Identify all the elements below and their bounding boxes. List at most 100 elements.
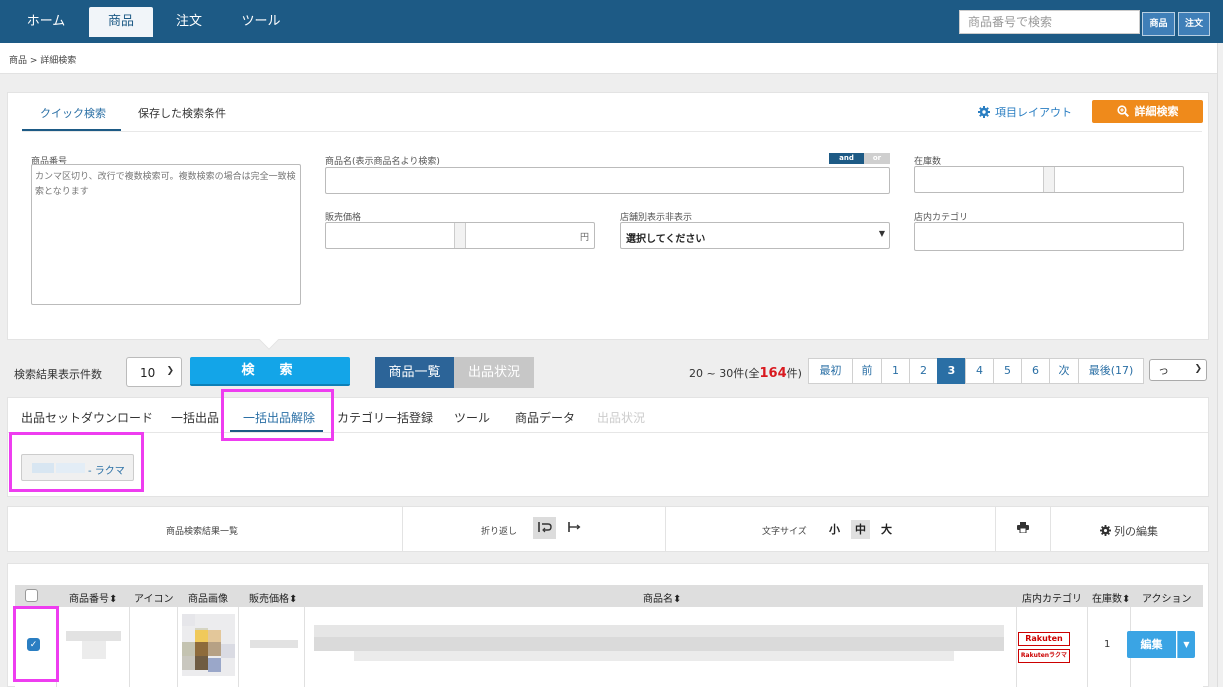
pagination-info-suffix: 件) <box>786 367 802 380</box>
product-name-input[interactable] <box>325 167 890 194</box>
table-header: 商品番号⬍ アイコン 商品画像 販売価格⬍ 商品名⬍ 店内カテゴリ 在庫数⬍ ア… <box>15 585 1203 607</box>
nav-tab-orders[interactable]: 注文 <box>157 7 221 37</box>
col-divider <box>1087 607 1088 687</box>
tab-listing-set-download[interactable]: 出品セットダウンロード <box>21 409 153 426</box>
page-first[interactable]: 最初 <box>808 358 853 384</box>
select-all-checkbox[interactable] <box>25 589 38 602</box>
col-header-label: 販売価格 <box>249 594 289 605</box>
sort-icon: ⬍ <box>1122 594 1131 605</box>
tab-product-data[interactable]: 商品データ <box>515 409 575 426</box>
highlight-box-tab <box>221 389 334 441</box>
page-4[interactable]: 4 <box>965 358 994 384</box>
product-thumbnail[interactable] <box>182 614 235 676</box>
edit-button[interactable]: 編集 <box>1127 631 1176 658</box>
print-icon[interactable] <box>1011 517 1034 539</box>
redacted-product-no <box>82 641 106 659</box>
price-unit: 円 <box>579 233 589 243</box>
search-button[interactable]: 検 索 <box>190 357 350 386</box>
store-visibility-select[interactable]: 選択してください ▼ <box>620 222 890 249</box>
font-size-large[interactable]: 大 <box>877 520 896 539</box>
page-select[interactable]: っ ❯ <box>1149 359 1207 381</box>
col-divider <box>129 607 130 687</box>
nav-tab-products[interactable]: 商品 <box>89 7 153 37</box>
breadcrumb-bar: 商品 > 詳細検索 <box>0 43 1217 74</box>
tab-saved-conditions[interactable]: 保存した検索条件 <box>138 105 226 121</box>
pagination-total: 164 <box>759 366 787 381</box>
col-divider <box>177 607 178 687</box>
page-select-value: っ <box>1158 364 1169 377</box>
pagination-info: 20 ~ 30件(全164件) <box>689 365 802 381</box>
wrap-on-icon[interactable] <box>533 517 556 539</box>
col-header-product-name[interactable]: 商品名⬍ <box>643 590 681 605</box>
page-prev[interactable]: 前 <box>852 358 882 384</box>
tab-category-bulk-register[interactable]: カテゴリ一括登録 <box>337 409 433 426</box>
toggle-or[interactable]: or <box>864 153 890 164</box>
view-product-list-button[interactable]: 商品一覧 <box>375 357 454 388</box>
font-size-small[interactable]: 小 <box>825 520 844 539</box>
col-header-image: 商品画像 <box>188 594 228 605</box>
tab-bulk-listing[interactable]: 一括出品 <box>171 409 219 426</box>
edit-dropdown-toggle[interactable]: ▼ <box>1177 631 1195 658</box>
results-table-title: 商品検索結果一覧 <box>166 527 239 537</box>
search-product-button[interactable]: 商品 <box>1142 12 1175 36</box>
chevron-down-icon: ❯ <box>1194 364 1202 374</box>
tab-quick-search[interactable]: クイック検索 <box>40 105 106 121</box>
sort-icon: ⬍ <box>289 594 298 605</box>
detail-search-button[interactable]: 詳細検索 <box>1092 100 1203 123</box>
col-header-store-category: 店内カテゴリ <box>1022 594 1082 605</box>
col-header-stock[interactable]: 在庫数⬍ <box>1092 590 1130 605</box>
col-header-product-no[interactable]: 商品番号⬍ <box>69 590 117 605</box>
redacted-product-no <box>66 631 121 641</box>
font-size-label: 文字サイズ <box>762 527 807 537</box>
col-header-icon: アイコン <box>134 594 174 605</box>
page-6[interactable]: 6 <box>1021 358 1050 384</box>
sort-icon: ⬍ <box>109 594 118 605</box>
wrap-off-icon[interactable] <box>563 517 586 539</box>
tab-tools[interactable]: ツール <box>454 409 490 426</box>
pagination-info-prefix: 20 ~ 30件(全 <box>689 367 760 380</box>
toolbar-separator <box>665 507 666 551</box>
col-divider <box>238 607 239 687</box>
col-header-price[interactable]: 販売価格⬍ <box>249 590 297 605</box>
layout-settings-link[interactable]: 項目レイアウト <box>978 104 1072 120</box>
page-last[interactable]: 最後(17) <box>1078 358 1144 384</box>
column-edit-label: 列の編集 <box>1114 525 1158 538</box>
stock-range-input[interactable] <box>914 166 1184 193</box>
wrap-label: 折り返し <box>481 527 518 537</box>
detail-search-label: 詳細検索 <box>1134 105 1179 118</box>
subtab-divider <box>8 432 1208 433</box>
page-scrollbar[interactable] <box>1217 43 1223 687</box>
result-count-value: 10 <box>140 366 156 380</box>
result-count-select[interactable]: 10 ❯ <box>126 357 182 387</box>
redacted-price <box>250 640 298 648</box>
caret-down-icon: ▼ <box>878 229 885 238</box>
page-1[interactable]: 1 <box>881 358 910 384</box>
toggle-and[interactable]: and <box>829 153 864 164</box>
page-3-current[interactable]: 3 <box>937 358 966 384</box>
zoom-in-icon <box>1116 105 1129 118</box>
gear-icon <box>978 106 990 118</box>
breadcrumb: 商品 > 詳細検索 <box>9 56 77 66</box>
toolbar-separator <box>402 507 403 551</box>
range-separator <box>1043 167 1055 192</box>
nav-tab-home[interactable]: ホーム <box>14 7 78 37</box>
tab-listing-status: 出品状況 <box>597 411 646 425</box>
page-next[interactable]: 次 <box>1049 358 1079 384</box>
stock-value: 1 <box>1104 639 1111 650</box>
price-range-input[interactable]: 円 <box>325 222 595 249</box>
layout-link-label: 項目レイアウト <box>995 106 1072 119</box>
store-category-input[interactable] <box>914 222 1184 251</box>
global-search-input[interactable] <box>959 10 1140 34</box>
rakuten-badge: Rakuten <box>1018 632 1070 646</box>
search-order-button[interactable]: 注文 <box>1178 12 1210 36</box>
col-header-label: 商品番号 <box>69 594 109 605</box>
view-listing-status-button[interactable]: 出品状況 <box>454 357 534 388</box>
column-edit-button[interactable]: 列の編集 <box>1100 523 1158 539</box>
nav-tab-tools[interactable]: ツール <box>229 7 293 37</box>
gear-icon <box>1100 525 1111 536</box>
page-2[interactable]: 2 <box>909 358 938 384</box>
product-number-textarea[interactable] <box>31 164 301 305</box>
col-divider <box>304 607 305 687</box>
page-5[interactable]: 5 <box>993 358 1022 384</box>
font-size-medium[interactable]: 中 <box>851 520 870 539</box>
